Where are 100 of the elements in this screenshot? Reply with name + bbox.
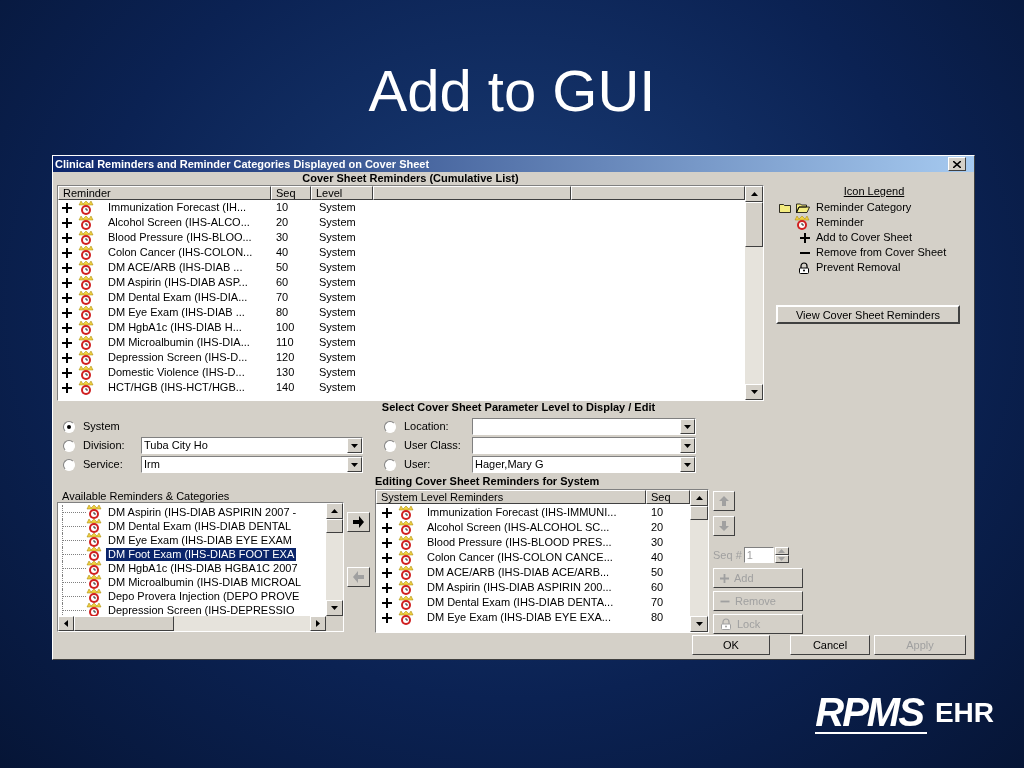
table-cell-text: 80 (650, 610, 664, 626)
right-arrow-icon (353, 516, 364, 528)
alarm-clock-icon (78, 215, 94, 230)
tree-item[interactable]: DM Microalbumin (IHS-DIAB MICROAL (106, 575, 304, 589)
column-header[interactable]: System Level Reminders (376, 490, 646, 504)
table-cell-text: System (318, 335, 356, 351)
table-cell-text: 80 (275, 305, 290, 321)
scroll-thumb[interactable] (690, 506, 708, 520)
scroll-up-button[interactable] (745, 186, 763, 202)
spin-buttons[interactable] (774, 547, 789, 563)
plus-icon (62, 202, 72, 213)
scroll-thumb[interactable] (326, 519, 343, 533)
alarm-clock-icon (398, 565, 414, 580)
scroll-right-button[interactable] (310, 616, 326, 631)
scroll-thumb[interactable] (745, 202, 763, 247)
table-cell-text: DM Dental Exam (IHS-DIAB DENTA... (427, 595, 615, 611)
table-cell-text: DM HgbA1c (IHS-DIAB H... (108, 320, 243, 336)
scroll-down-button[interactable] (745, 384, 763, 400)
vertical-scrollbar[interactable] (326, 503, 343, 616)
table-cell-text: System (318, 290, 356, 306)
table-cell-text: 60 (650, 580, 664, 596)
alarm-clock-icon (78, 365, 94, 380)
tree-item[interactable]: DM Eye Exam (IHS-DIAB EYE EXAM (106, 533, 294, 547)
alarm-clock-icon (398, 595, 414, 610)
logo-wordmark: RPMS (815, 692, 927, 734)
dropdown-button[interactable] (680, 438, 695, 453)
table-cell-text: 100 (275, 320, 296, 336)
view-reminders-button[interactable]: View Cover Sheet Reminders (776, 305, 960, 324)
column-header[interactable] (373, 186, 571, 200)
tree-item[interactable]: DM Foot Exam (IHS-DIAB FOOT EXA (106, 547, 297, 561)
column-header[interactable]: Seq (271, 186, 311, 200)
table-cell-text: 130 (275, 365, 296, 381)
caret-down-icon (351, 462, 358, 467)
dropdown-field[interactable] (472, 437, 696, 454)
dialog-button[interactable]: Cancel (790, 635, 870, 655)
alarm-clock-icon (86, 561, 102, 575)
plus-icon (382, 597, 392, 608)
plus-icon (382, 537, 392, 548)
plus-icon (382, 612, 392, 623)
folder-icon (779, 202, 791, 213)
tree-item[interactable]: DM Aspirin (IHS-DIAB ASPIRIN 2007 - (106, 505, 299, 519)
radio-button[interactable] (384, 420, 396, 433)
table-cell-text: 140 (275, 380, 296, 396)
dialog-button[interactable]: OK (692, 635, 770, 655)
column-header[interactable] (571, 186, 745, 200)
plus-icon (62, 247, 72, 258)
alarm-clock-icon (78, 200, 94, 215)
dropdown-field[interactable]: Irm (141, 456, 363, 473)
scroll-down-button[interactable] (690, 616, 708, 632)
scroll-thumb[interactable] (74, 616, 174, 631)
scroll-up-button[interactable] (690, 490, 708, 506)
column-header[interactable]: Reminder (58, 186, 271, 200)
vertical-scrollbar[interactable] (690, 490, 708, 632)
plus-icon (62, 382, 72, 393)
dropdown-field[interactable]: Tuba City Ho (141, 437, 363, 454)
alarm-clock-icon (78, 305, 94, 320)
section-heading: Select Cover Sheet Parameter Level to Display / Edit (381, 401, 656, 414)
caret-down-icon (750, 390, 758, 394)
column-header[interactable]: Level (311, 186, 373, 200)
scroll-left-button[interactable] (58, 616, 74, 631)
table-cell-text: DM Dental Exam (IHS-DIA... (108, 290, 249, 306)
table-cell-text: System (318, 350, 356, 366)
tree-item[interactable]: DM HgbA1c (IHS-DIAB HGBA1C 2007 (106, 561, 300, 575)
radio-button[interactable] (63, 458, 75, 471)
move-right-button[interactable] (347, 512, 370, 532)
scroll-down-button[interactable] (326, 600, 343, 616)
radio-button[interactable] (63, 420, 75, 433)
alarm-clock-icon (398, 505, 414, 520)
table-cell-text: Depression Screen (IHS-D... (108, 350, 249, 366)
alarm-clock-icon (86, 533, 102, 547)
plus-icon (720, 573, 729, 583)
plus-icon (62, 232, 72, 243)
dropdown-field[interactable] (472, 418, 696, 435)
radio-button[interactable] (384, 458, 396, 471)
dropdown-button[interactable] (680, 457, 695, 472)
alarm-clock-icon (78, 350, 94, 365)
dropdown-button[interactable] (347, 438, 362, 453)
tree-item[interactable]: DM Dental Exam (IHS-DIAB DENTAL (106, 519, 294, 533)
tree-item[interactable]: Depo Provera Injection (DEPO PROVE (106, 589, 302, 603)
alarm-clock-icon (78, 380, 94, 395)
caret-down-icon (778, 557, 786, 561)
horizontal-scrollbar[interactable] (58, 616, 343, 631)
dropdown-field[interactable]: Hager,Mary G (472, 456, 696, 473)
caret-down-icon (684, 424, 691, 429)
radio-button[interactable] (384, 439, 396, 452)
table-cell-text: System (318, 200, 356, 216)
vertical-scrollbar[interactable] (745, 186, 763, 400)
radio-button[interactable] (63, 439, 75, 452)
dropdown-button[interactable] (347, 457, 362, 472)
close-button[interactable] (948, 157, 966, 171)
alarm-clock-icon (86, 547, 102, 561)
table-cell-text: Domestic Violence (IHS-D... (108, 365, 246, 381)
caret-up-icon (331, 509, 338, 513)
column-header[interactable]: Seq (646, 490, 690, 504)
dropdown-button[interactable] (680, 419, 695, 434)
scroll-up-button[interactable] (326, 503, 343, 519)
table-cell-text: 70 (275, 290, 290, 306)
table-cell-text: 60 (275, 275, 290, 291)
tree-item[interactable]: Depression Screen (IHS-DEPRESSIO (106, 603, 297, 616)
open-folder-icon (796, 202, 810, 213)
